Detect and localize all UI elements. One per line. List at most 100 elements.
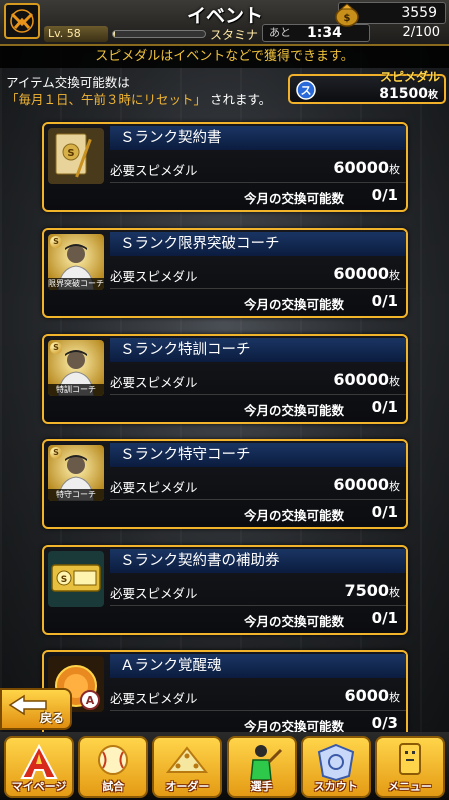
cost-label: 必要スピメダル [110, 269, 198, 284]
cost-unit: 枚 [389, 480, 400, 493]
coach-icon: S 特訓コーチ [48, 340, 104, 396]
svg-text:$: $ [344, 13, 351, 24]
timer-prefix: あと [269, 26, 291, 39]
cost-number: 6000 [344, 686, 389, 705]
cost-label: 必要スピメダル [110, 586, 198, 601]
contract-icon: S [48, 128, 104, 184]
cost-number: 60000 [333, 370, 389, 389]
cost-unit: 枚 [389, 586, 400, 599]
info-line-2: 「毎月１日、午前３時にリセット」 されます。 [6, 91, 271, 108]
exchange-item-card[interactable]: S 特訓コーチ Ｓランク特訓コーチ 必要スピメダル 60000枚 今月の交換可能数… [42, 334, 408, 424]
s-rank-badge: S [50, 342, 62, 354]
limit-value: 0/1 [371, 398, 398, 416]
card-divider [110, 182, 406, 183]
limit-label: 今月の交換可能数 [244, 297, 345, 312]
cost-unit: 枚 [389, 269, 400, 282]
icon-caption: 限界突破コーチ [48, 278, 104, 290]
coin-bag-icon: $ [333, 1, 361, 31]
medal-balance: スピメダル ス 81500枚 [288, 70, 446, 104]
back-label: 戻る [39, 711, 64, 725]
bottom-nav: マイページ 試合 オーダー 選手 スカウト メニュー [0, 732, 449, 800]
exchange-item-card[interactable]: S 限界突破コーチ Ｓランク限界突破コーチ 必要スピメダル 60000枚 今月の交… [42, 228, 408, 318]
limit-value: 0/1 [371, 503, 398, 521]
limit-value: 0/1 [371, 186, 398, 204]
card-divider [110, 605, 406, 606]
limit-label: 今月の交換可能数 [244, 614, 345, 629]
coach-icon: S 特守コーチ [48, 445, 104, 501]
limit-value: 0/3 [371, 714, 398, 732]
nav-label: 試合 [102, 780, 125, 793]
info-line-1: アイテム交換可能数は [6, 75, 130, 90]
nav-label: スカウト [313, 780, 358, 793]
item-title: Ｓランク契約書の補助券 [110, 549, 406, 573]
cost-value: 60000枚 [333, 475, 400, 494]
stamina-label: スタミナ [210, 28, 259, 42]
player-level: Lv. 58 [44, 26, 108, 42]
icon-caption: 特守コーチ [48, 489, 104, 501]
medal-count: 81500 [379, 86, 428, 102]
cost-label: 必要スピメダル [110, 480, 198, 495]
header-bar: Lv. 58 イベント スタミナ あと 1:34 2/100 $ 3559 [0, 0, 449, 46]
cost-number: 60000 [333, 158, 389, 177]
cost-label: 必要スピメダル [110, 691, 198, 706]
card-divider [110, 499, 406, 500]
medal-balance-label: スピメダル [379, 70, 440, 84]
reset-notice: 「毎月１日、午前３時にリセット」 [6, 92, 207, 107]
back-button[interactable]: 戻る [0, 688, 72, 730]
cost-unit: 枚 [389, 163, 400, 176]
item-title: Ｓランク特訓コーチ [110, 338, 406, 362]
icon-caption: 特訓コーチ [48, 384, 104, 396]
item-title: Ａランク覚醒魂 [110, 654, 406, 678]
limit-label: 今月の交換可能数 [244, 403, 345, 418]
nav-order-button[interactable]: オーダー [152, 736, 223, 798]
nav-menu-button[interactable]: メニュー [374, 736, 445, 798]
medal-unit: 枚 [428, 90, 438, 101]
card-divider [110, 710, 406, 711]
limit-label: 今月の交換可能数 [244, 508, 345, 523]
card-divider [110, 394, 406, 395]
svg-text:S: S [61, 575, 67, 585]
info-line-2-tail: されます。 [210, 92, 272, 107]
exchange-item-card[interactable]: A Ａランク覚醒魂 必要スピメダル 6000枚 今月の交換可能数 0/3 [42, 650, 408, 740]
spimedal-icon: ス [296, 80, 316, 104]
medal-balance-value: 81500枚 [379, 86, 438, 102]
cost-value: 7500枚 [344, 581, 400, 600]
coin-value: 3559 [401, 5, 437, 21]
nav-mypage-button[interactable]: マイページ [4, 736, 74, 798]
limit-value: 0/1 [371, 609, 398, 627]
stamina-bar [112, 30, 206, 38]
limit-label: 今月の交換可能数 [244, 191, 345, 206]
nav-player-button[interactable]: 選手 [226, 736, 297, 798]
team-logo-icon[interactable] [4, 3, 40, 39]
coach-icon: S 限界突破コーチ [48, 234, 104, 290]
cost-number: 7500 [344, 581, 389, 600]
cost-unit: 枚 [389, 375, 400, 388]
svg-text:A: A [86, 694, 95, 707]
exchange-item-card[interactable]: S Ｓランク契約書の補助券 必要スピメダル 7500枚 今月の交換可能数 0/1 [42, 545, 408, 635]
limit-value: 0/1 [371, 292, 398, 310]
nav-baseball-button[interactable]: 試合 [78, 736, 149, 798]
coin-counter[interactable]: $ 3559 [335, 2, 446, 27]
exchange-item-card[interactable]: S Ｓランク契約書 必要スピメダル 60000枚 今月の交換可能数 0/1 [42, 122, 408, 212]
cost-value: 60000枚 [333, 158, 400, 177]
exchange-item-card[interactable]: S 特守コーチ Ｓランク特守コーチ 必要スピメダル 60000枚 今月の交換可能数… [42, 439, 408, 529]
svg-text:ス: ス [301, 84, 312, 97]
notice-banner: スピメダルはイベントなどで獲得できます。 [0, 46, 449, 68]
item-title: Ｓランク特守コーチ [110, 443, 406, 467]
nav-scout-button[interactable]: スカウト [300, 736, 371, 798]
nav-label: メニュー [387, 780, 432, 793]
item-title: Ｓランク限界突破コーチ [110, 232, 406, 256]
stamina-fill [113, 31, 115, 37]
s-rank-badge: S [50, 236, 62, 248]
cost-value: 60000枚 [333, 264, 400, 283]
cost-number: 60000 [333, 264, 389, 283]
item-title: Ｓランク契約書 [110, 126, 406, 150]
nav-label: マイページ [11, 780, 67, 793]
exchange-info: アイテム交換可能数は 「毎月１日、午前３時にリセット」 されます。 [6, 74, 271, 108]
cost-number: 60000 [333, 475, 389, 494]
nav-label: オーダー [165, 780, 210, 793]
ticket-icon: S [48, 551, 104, 607]
nav-label: 選手 [250, 780, 273, 793]
s-rank-badge: S [50, 447, 62, 459]
cost-unit: 枚 [389, 691, 400, 704]
